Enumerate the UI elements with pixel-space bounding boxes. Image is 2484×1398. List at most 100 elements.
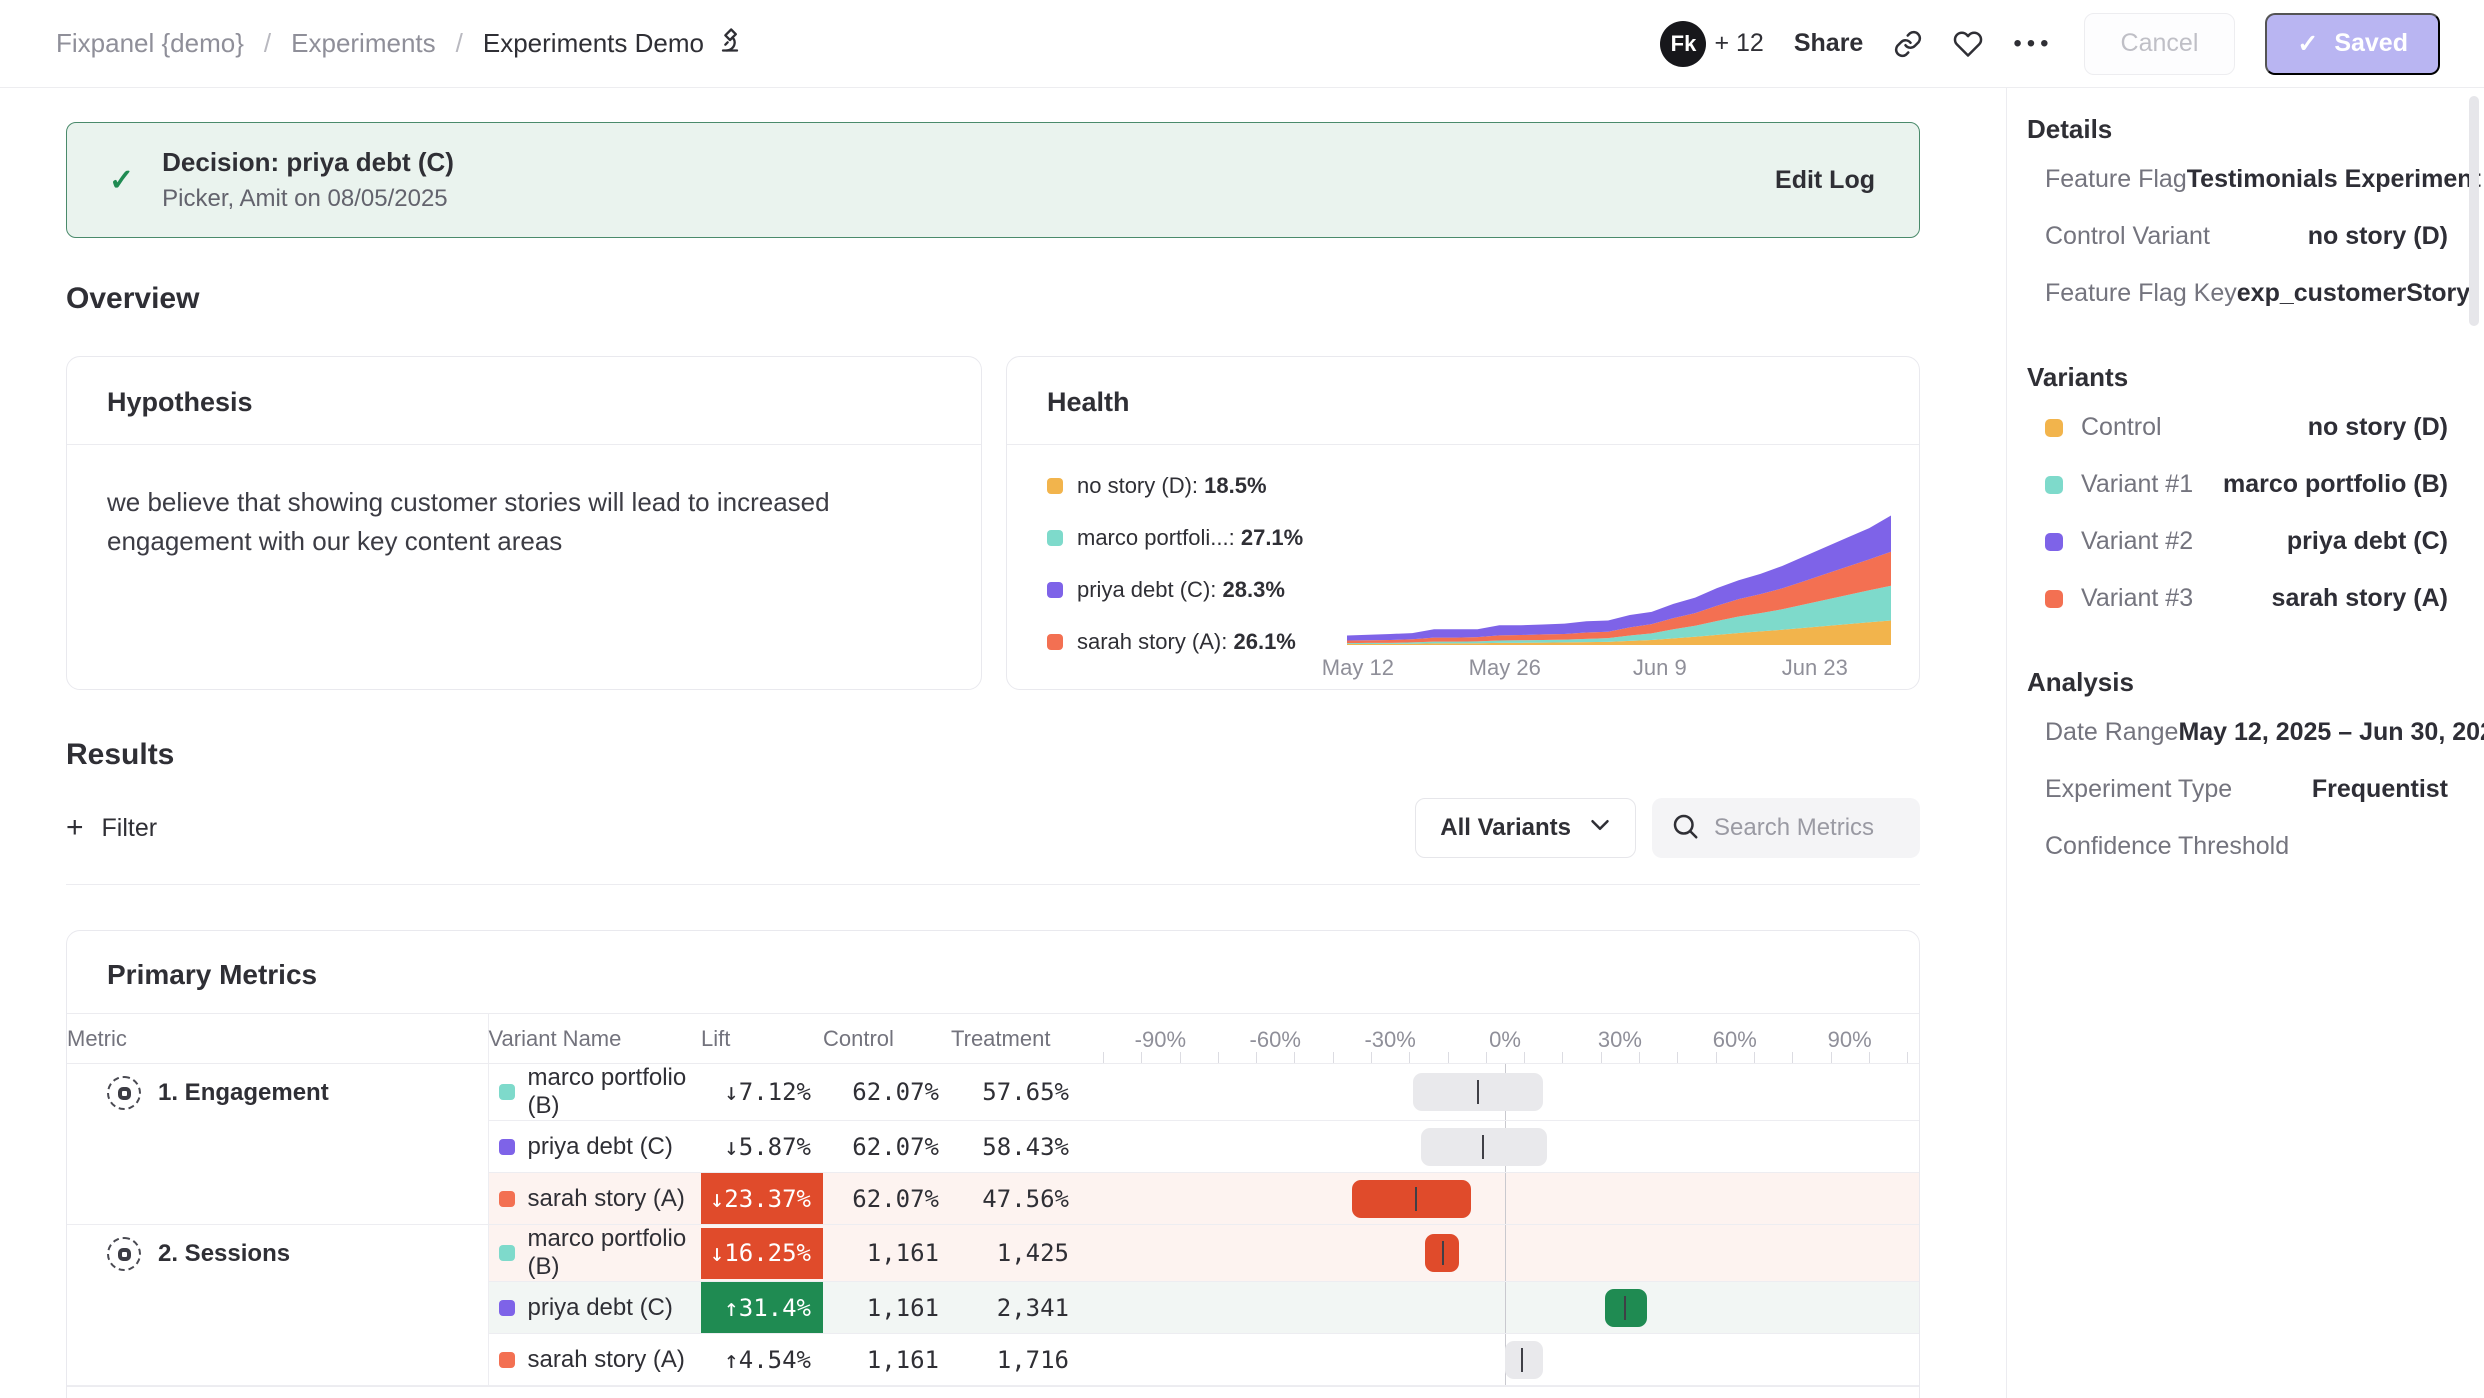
breadcrumb-label: Experiments [291, 28, 436, 58]
legend-label: priya debt (C): 28.3% [1077, 577, 1285, 603]
search-metrics-input[interactable] [1714, 814, 1902, 842]
axis-tick [1831, 1052, 1832, 1063]
metric-row[interactable]: 2. Sessionsmarco portfolio (B)↓16.25%1,1… [67, 1225, 1919, 1282]
legend-item-0: no story (D): 18.5% [1047, 473, 1347, 499]
metric-name-cell[interactable]: 1. Engagement [67, 1064, 488, 1225]
variant-label: priya debt (C) [528, 1133, 673, 1161]
breadcrumb-label: Experiments Demo [483, 28, 704, 59]
axis-tick [1103, 1052, 1104, 1063]
axis-label: -30% [1364, 1027, 1415, 1053]
side-row-experiment-type: Experiment TypeFrequentist [2045, 761, 2448, 818]
avatar-overflow-count[interactable]: + 12 [1714, 29, 1763, 58]
hypothesis-title: Hypothesis [67, 357, 981, 445]
axis-label: 60% [1713, 1027, 1757, 1053]
metric-name: 1. Engagement [107, 1076, 488, 1110]
x-tick-label: May 26 [1469, 655, 1541, 681]
avatar-stack[interactable]: Fk + 12 [1660, 21, 1763, 67]
side-row-label: Control Variant [2045, 222, 2210, 251]
variants-filter-select[interactable]: All Variants [1415, 798, 1636, 858]
axis-tick [1141, 1052, 1142, 1063]
avatar[interactable]: Fk [1660, 21, 1706, 67]
legend-swatch-icon [1047, 582, 1063, 598]
top-bar: Fixpanel {demo}/Experiments/Experiments … [0, 0, 2484, 88]
filter-label: Filter [102, 814, 158, 843]
legend-label: sarah story (A): 26.1% [1077, 629, 1296, 655]
control-cell: 1,161 [823, 1225, 951, 1282]
copy-link-icon[interactable] [1893, 29, 1923, 59]
results-divider [66, 884, 1920, 885]
results-heading: Results [66, 738, 1920, 772]
zero-reference-line [1505, 1282, 1506, 1333]
variant-cell: marco portfolio (B) [488, 1064, 701, 1121]
breadcrumb-item-2[interactable]: Experiments Demo [483, 26, 744, 61]
lift-value: ↓23.37% [701, 1173, 823, 1224]
favorite-heart-icon[interactable] [1953, 29, 1983, 59]
side-row-value: priya debt (C) [2287, 527, 2448, 556]
variants-section: Variants Controlno story (D)Variant #1ma… [2027, 362, 2448, 627]
health-card: Health no story (D): 18.5%marco portfoli… [1006, 356, 1920, 690]
plus-icon: + [66, 813, 84, 843]
analysis-section: Analysis Date RangeMay 12, 2025 – Jun 30… [2027, 667, 2448, 875]
edit-log-button[interactable]: Edit Log [1775, 166, 1875, 195]
control-cell: 62.07% [823, 1121, 951, 1173]
zero-reference-line [1505, 1173, 1506, 1224]
confidence-interval-bar [1505, 1341, 1543, 1379]
axis-label: -60% [1250, 1027, 1301, 1053]
treatment-cell: 1,716 [951, 1334, 1081, 1386]
share-button[interactable]: Share [1794, 29, 1863, 58]
more-menu-button[interactable]: ••• [2013, 30, 2053, 58]
lift-cell: ↓16.25% [701, 1225, 823, 1282]
add-filter-button[interactable]: + Filter [66, 813, 157, 843]
metric-name-cell[interactable]: 2. Sessions [67, 1225, 488, 1386]
axis-tick [1486, 1052, 1487, 1063]
side-row-label: Confidence Threshold [2045, 832, 2289, 861]
side-row-control: Controlno story (D) [2045, 399, 2448, 456]
legend-item-2: priya debt (C): 28.3% [1047, 577, 1347, 603]
side-row-label: Variant #1 [2081, 470, 2193, 499]
axis-tick [1333, 1052, 1334, 1063]
cancel-button[interactable]: Cancel [2084, 13, 2236, 75]
lift-value: ↓5.87% [701, 1121, 823, 1172]
overview-heading: Overview [66, 282, 1920, 316]
variant-label: priya debt (C) [528, 1294, 673, 1322]
axis-tick [1294, 1052, 1295, 1063]
variant-color-swatch [499, 1084, 515, 1100]
breadcrumb-item-1[interactable]: Experiments [291, 28, 436, 59]
lift-marker [1624, 1296, 1626, 1320]
breadcrumb-separator: / [456, 28, 463, 59]
confidence-interval-bar [1352, 1180, 1471, 1218]
side-row-value: May 12, 2025 – Jun 30, 2025 [2178, 718, 2484, 747]
side-row-value: Frequentist [2312, 775, 2448, 804]
lift-cell: ↓5.87% [701, 1121, 823, 1173]
check-icon: ✓ [109, 163, 134, 198]
legend-swatch-icon [1047, 634, 1063, 650]
variant-name: marco portfolio (B) [499, 1225, 702, 1281]
variant-color-swatch [499, 1139, 515, 1155]
health-legend: no story (D): 18.5%marco portfoli...: 27… [1047, 461, 1347, 687]
column-header-treatment: Treatment [951, 1014, 1081, 1064]
control-cell: 62.07% [823, 1064, 951, 1121]
metric-row[interactable]: 1. Engagementmarco portfolio (B)↓7.12%62… [67, 1064, 1919, 1121]
variant-cell: marco portfolio (B) [488, 1225, 701, 1282]
variant-name: sarah story (A) [499, 1346, 702, 1374]
control-cell: 1,161 [823, 1282, 951, 1334]
saved-button[interactable]: ✓ Saved [2265, 13, 2440, 75]
scrollbar-thumb[interactable] [2469, 96, 2479, 326]
side-row-label: Variant #2 [2081, 527, 2193, 556]
column-header-variant: Variant Name [488, 1014, 701, 1064]
confidence-interval-cell [1081, 1334, 1919, 1386]
treatment-cell: 57.65% [951, 1064, 1081, 1121]
axis-label: 30% [1598, 1027, 1642, 1053]
axis-tick [1180, 1052, 1181, 1063]
primary-metrics-table: Metric Variant Name Lift Control Treatme… [67, 1013, 1919, 1386]
variant-label: marco portfolio (B) [528, 1225, 702, 1281]
top-bar-actions: Fk + 12 Share ••• Cancel ✓ Saved [1660, 13, 2440, 75]
chevron-down-icon [1585, 810, 1615, 847]
axis-tick [1371, 1052, 1372, 1063]
add-metric-button[interactable]: + Add [67, 1386, 1919, 1398]
legend-pct: 28.3% [1223, 577, 1285, 602]
breadcrumb-item-0[interactable]: Fixpanel {demo} [56, 28, 244, 59]
main-content: ✓ Decision: priya debt (C) Picker, Amit … [0, 88, 2006, 1398]
metrics-search-box[interactable] [1652, 798, 1920, 858]
right-sidebar: Details Feature FlagTestimonials Experim… [2006, 88, 2484, 1398]
